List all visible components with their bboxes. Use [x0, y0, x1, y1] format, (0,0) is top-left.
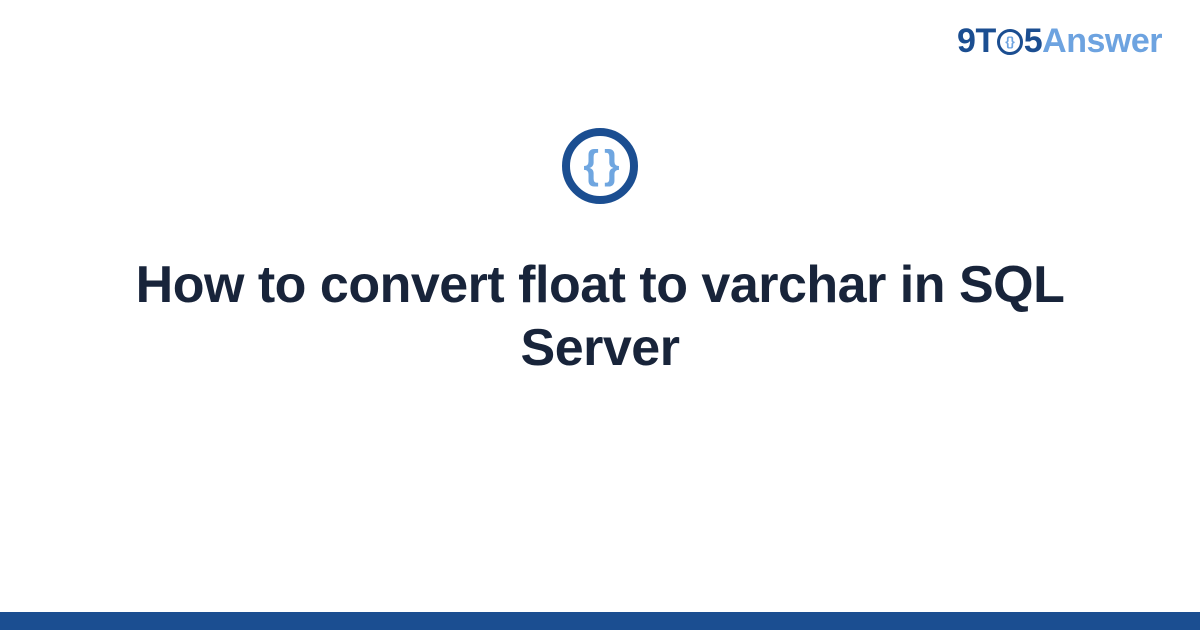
braces-mini-icon: {}: [1005, 34, 1014, 49]
brand-answer: Answer: [1042, 22, 1162, 60]
brand-logo: 9T {} 5Answer: [957, 22, 1162, 61]
brand-o-icon: {}: [997, 29, 1023, 55]
brand-nine: 9: [957, 22, 975, 60]
main-content: { } How to convert float to varchar in S…: [0, 128, 1200, 381]
footer-accent-bar: [0, 612, 1200, 630]
code-braces-icon: { }: [562, 128, 638, 204]
brand-t: T: [975, 22, 995, 60]
braces-glyph: { }: [583, 145, 616, 185]
brand-five: 5: [1024, 22, 1042, 60]
page-title: How to convert float to varchar in SQL S…: [90, 254, 1110, 381]
